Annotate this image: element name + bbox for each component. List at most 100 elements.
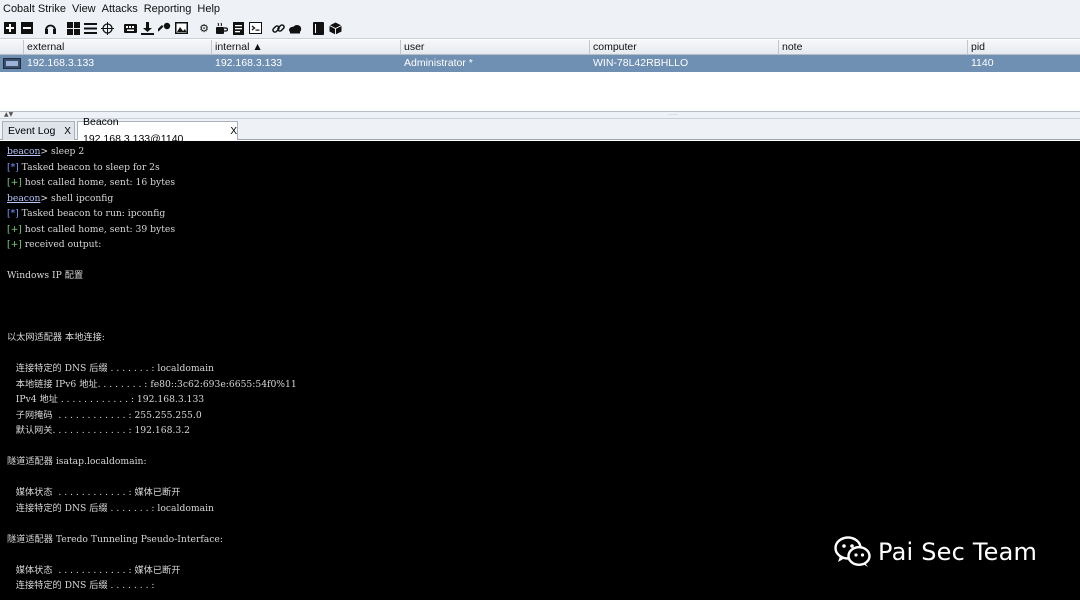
image-icon[interactable]: [174, 21, 188, 35]
console-line: 以太网适配器 本地连接:: [7, 330, 1080, 346]
column-header-computer[interactable]: computer: [590, 40, 779, 55]
console-text: 默认网关. . . . . . . . . . . . . : 192.168.…: [7, 425, 190, 436]
console-line: IPv4 地址 . . . . . . . . . . . . : 192.16…: [7, 392, 1080, 408]
console-text: Tasked beacon to run: ipconfig: [18, 208, 166, 219]
cell-computer: WIN-78L42RBHLLO: [593, 57, 689, 69]
tab-beacon[interactable]: Beacon 192.168.3.133@1140 X: [77, 116, 238, 145]
book-icon[interactable]: [311, 21, 325, 35]
crosshair-icon[interactable]: [100, 21, 114, 35]
console-text: 隧道适配器 isatap.localdomain:: [7, 456, 147, 467]
table-header: external internal ▲ user computer note p…: [0, 40, 1080, 55]
column-header-internal[interactable]: internal ▲: [212, 40, 401, 55]
keyboard-icon[interactable]: [123, 21, 137, 35]
console-line: 连接特定的 DNS 后缀 . . . . . . . :: [7, 578, 1080, 594]
console-text: IPv4 地址 . . . . . . . . . . . . : 192.16…: [7, 394, 205, 405]
column-header-icon[interactable]: [0, 40, 24, 55]
splitter-arrows-icon[interactable]: ▲▼: [4, 111, 13, 118]
console-line: [*] Tasked beacon to run: ipconfig: [7, 206, 1080, 222]
key-icon[interactable]: [157, 21, 171, 35]
gear-icon[interactable]: ⚙: [197, 21, 211, 35]
console-line: 隧道适配器 isatap.localdomain:: [7, 454, 1080, 470]
console-text: 连接特定的 DNS 后缀 . . . . . . . : localdomain: [7, 502, 214, 514]
console-text: Windows IP 配置: [7, 270, 84, 281]
menu-reporting[interactable]: Reporting: [144, 3, 192, 15]
console-text: 本地链接 IPv6 地址. . . . . . . . : fe80::3c62…: [7, 378, 297, 390]
cell-user: Administrator *: [404, 57, 473, 69]
console-info-prefix: [*]: [7, 208, 19, 219]
table-row[interactable]: 192.168.3.133 192.168.3.133 Administrato…: [0, 55, 1080, 72]
column-header-external[interactable]: external: [24, 40, 212, 55]
headphones-icon[interactable]: [43, 21, 57, 35]
console-success-prefix: [+]: [7, 177, 22, 188]
menu-attacks[interactable]: Attacks: [102, 3, 138, 15]
minus-icon[interactable]: [20, 21, 34, 35]
column-header-pid[interactable]: pid: [968, 40, 1080, 55]
console-success-prefix: [+]: [7, 239, 22, 250]
console-text: > sleep 2: [40, 146, 85, 157]
console-prompt: beacon: [7, 146, 41, 157]
cell-note: [779, 55, 968, 72]
targets-icon[interactable]: [66, 21, 80, 35]
console-prompt: beacon: [7, 192, 41, 204]
console-line: [+] host called home, sent: 16 bytes: [7, 175, 1080, 191]
console-text: 以太网适配器 本地连接:: [7, 332, 105, 343]
console-text: host called home, sent: 16 bytes: [21, 177, 176, 188]
console-line: [+] received output:: [7, 237, 1080, 253]
coffee-icon[interactable]: [214, 21, 228, 35]
download-icon[interactable]: [140, 21, 154, 35]
column-header-user[interactable]: user: [401, 40, 590, 55]
console-line: beacon> sleep 2: [7, 144, 1080, 160]
sessions-table: external internal ▲ user computer note p…: [0, 40, 1080, 112]
tab-bar: Event Log X Beacon 192.168.3.133@1140 X: [0, 116, 1080, 145]
console-line: beacon> shell ipconfig: [7, 191, 1080, 207]
toolbar: ⚙: [0, 18, 1080, 39]
cell-external: 192.168.3.133: [27, 57, 95, 69]
console-line: [+] host called home, sent: 39 bytes: [7, 222, 1080, 238]
menu-help[interactable]: Help: [197, 3, 220, 15]
close-icon[interactable]: X: [64, 123, 71, 140]
console-text: 连接特定的 DNS 后缀 . . . . . . . :: [7, 580, 155, 591]
column-header-note[interactable]: note: [779, 40, 968, 55]
console-text: 连接特定的 DNS 后缀 . . . . . . . : localdomain: [7, 363, 214, 374]
close-icon[interactable]: X: [230, 123, 237, 140]
console-text: > shell ipconfig: [40, 192, 114, 204]
cell-internal: 192.168.3.133: [215, 57, 283, 69]
console-line: 子网掩码 . . . . . . . . . . . . : 255.255.2…: [7, 408, 1080, 424]
console-text: 隧道适配器 Teredo Tunneling Pseudo-Interface:: [7, 533, 223, 545]
menu-cobalt-strike[interactable]: Cobalt Strike: [3, 3, 66, 15]
splitter-grip-icon[interactable]: ·····: [668, 112, 678, 118]
console-line: 本地链接 IPv6 地址. . . . . . . . : fe80::3c62…: [7, 377, 1080, 393]
cube-icon[interactable]: [328, 21, 342, 35]
plus-icon[interactable]: [3, 21, 17, 35]
beacon-console[interactable]: beacon> sleep 2 [*] Tasked beacon to slee…: [0, 141, 1080, 600]
link-icon[interactable]: [271, 21, 285, 35]
console-text: 媒体状态 . . . . . . . . . . . . : 媒体已断开: [7, 564, 181, 576]
tab-event-log[interactable]: Event Log X: [2, 121, 75, 140]
computer-icon: [3, 58, 21, 69]
console-line: 连接特定的 DNS 后缀 . . . . . . . : localdomain: [7, 501, 1080, 517]
terminal-icon[interactable]: [248, 21, 262, 35]
console-info-prefix: [*]: [7, 161, 19, 173]
menu-bar: Cobalt Strike View Attacks Reporting Hel…: [0, 0, 1080, 18]
watermark: Pai Sec Team: [834, 536, 1037, 568]
list-icon[interactable]: [83, 21, 97, 35]
menu-view[interactable]: View: [72, 3, 96, 15]
console-text: 子网掩码 . . . . . . . . . . . . : 255.255.2…: [7, 409, 202, 421]
watermark-text: Pai Sec Team: [878, 538, 1038, 566]
console-text: received output:: [21, 239, 102, 250]
console-line: 默认网关. . . . . . . . . . . . . : 192.168.…: [7, 423, 1080, 439]
console-line: 连接特定的 DNS 后缀 . . . . . . . : localdomain: [7, 361, 1080, 377]
cloud-icon[interactable]: [288, 21, 302, 35]
cell-pid: 1140: [971, 57, 994, 69]
console-text: host called home, sent: 39 bytes: [21, 223, 176, 235]
console-success-prefix: [+]: [7, 223, 22, 235]
document-icon[interactable]: [231, 21, 245, 35]
